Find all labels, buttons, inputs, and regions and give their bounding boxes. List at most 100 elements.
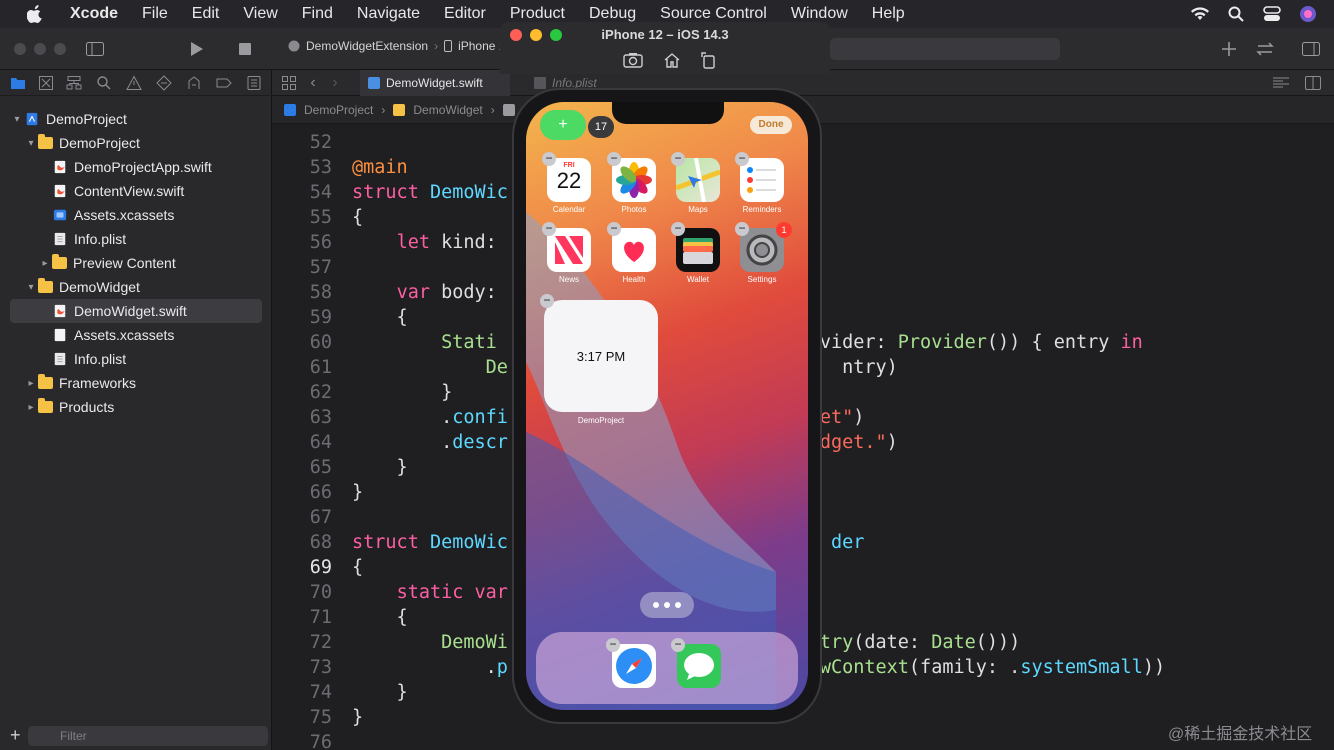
page-dots[interactable] bbox=[640, 592, 694, 618]
siri-icon[interactable] bbox=[1298, 4, 1318, 24]
add-widget-button[interactable]: + bbox=[540, 110, 586, 140]
symbol-navigator-icon[interactable] bbox=[66, 75, 82, 91]
filter-field[interactable]: Filter bbox=[28, 726, 268, 746]
app-health[interactable]: Health bbox=[606, 228, 662, 284]
issue-navigator-icon[interactable] bbox=[126, 75, 142, 91]
menu-view[interactable]: View bbox=[243, 5, 277, 23]
add-file-button[interactable]: + bbox=[10, 726, 21, 744]
chevron-right-icon[interactable]: ▸ bbox=[38, 256, 52, 270]
folder-icon bbox=[38, 398, 53, 413]
tree-item-folder-preview-content[interactable]: ▸ Preview Content bbox=[38, 251, 262, 275]
remove-widget-icon[interactable]: − bbox=[540, 294, 554, 308]
iphone-screen[interactable]: + 17 Done FRI 22 Calendar Photos Maps Re… bbox=[526, 102, 808, 710]
minimize-window-button[interactable] bbox=[34, 43, 46, 55]
remove-app-icon[interactable]: − bbox=[542, 222, 556, 236]
menu-editor[interactable]: Editor bbox=[444, 5, 486, 23]
tree-item-file[interactable]: Info.plist bbox=[52, 347, 262, 371]
tree-item-project-root[interactable]: ▾ DemoProject bbox=[10, 107, 262, 131]
debug-navigator-icon[interactable] bbox=[186, 75, 202, 91]
tree-item-file[interactable]: Assets.xcassets bbox=[52, 203, 262, 227]
menu-find[interactable]: Find bbox=[302, 5, 333, 23]
menu-edit[interactable]: Edit bbox=[192, 5, 220, 23]
menu-help[interactable]: Help bbox=[872, 5, 905, 23]
folder-navigator-icon[interactable] bbox=[10, 75, 26, 91]
tree-item-file-selected[interactable]: DemoWidget.swift bbox=[10, 299, 262, 323]
zoom-window-button[interactable] bbox=[54, 43, 66, 55]
remove-app-icon[interactable]: − bbox=[606, 638, 620, 652]
apple-icon[interactable] bbox=[24, 3, 46, 25]
chevron-right-icon: › bbox=[490, 102, 495, 117]
jump-bar-item[interactable]: DemoWidget bbox=[413, 103, 482, 117]
screenshot-icon[interactable] bbox=[622, 50, 644, 70]
grid-icon[interactable] bbox=[278, 72, 300, 94]
folder-icon bbox=[38, 374, 53, 389]
remove-app-icon[interactable]: − bbox=[671, 222, 685, 236]
remove-app-icon[interactable]: − bbox=[735, 152, 749, 166]
stop-icon[interactable] bbox=[234, 38, 256, 60]
back-icon[interactable]: ‹ bbox=[302, 72, 324, 94]
sidebar-toggle-icon[interactable] bbox=[84, 38, 106, 60]
chevron-right-icon[interactable]: ▸ bbox=[24, 376, 38, 390]
rotate-icon[interactable] bbox=[697, 50, 719, 70]
tree-item-file[interactable]: ContentView.swift bbox=[52, 179, 262, 203]
chevron-right-icon[interactable]: ▸ bbox=[24, 400, 38, 414]
control-center-icon[interactable] bbox=[1262, 4, 1282, 24]
app-photos[interactable]: Photos bbox=[606, 158, 662, 214]
menu-app-name[interactable]: Xcode bbox=[70, 5, 118, 23]
menu-window[interactable]: Window bbox=[791, 5, 848, 23]
remove-app-icon[interactable]: − bbox=[735, 222, 749, 236]
app-calendar[interactable]: FRI 22 Calendar bbox=[541, 158, 597, 214]
find-navigator-icon[interactable] bbox=[96, 75, 112, 91]
scheme-selector[interactable]: DemoWidgetExtension › iPhone 1 bbox=[288, 39, 505, 53]
test-navigator-icon[interactable] bbox=[156, 75, 172, 91]
remove-app-icon[interactable]: − bbox=[607, 222, 621, 236]
app-reminders[interactable]: Reminders bbox=[734, 158, 790, 214]
chevron-down-icon[interactable]: ▾ bbox=[24, 280, 38, 294]
run-icon[interactable] bbox=[186, 38, 208, 60]
search-icon[interactable] bbox=[1226, 4, 1246, 24]
app-news[interactable]: News bbox=[541, 228, 597, 284]
tree-item-file[interactable]: DemoProjectApp.swift bbox=[52, 155, 262, 179]
tree-item-folder-products[interactable]: ▸ Products bbox=[24, 395, 262, 419]
app-wallet[interactable]: Wallet bbox=[670, 228, 726, 284]
line-number: 67 bbox=[309, 507, 332, 528]
remove-app-icon[interactable]: − bbox=[607, 152, 621, 166]
tree-item-file[interactable]: Info.plist bbox=[52, 227, 262, 251]
inspector-toggle-icon[interactable] bbox=[1300, 38, 1322, 60]
home-icon[interactable] bbox=[661, 50, 683, 70]
report-navigator-icon[interactable] bbox=[246, 75, 262, 91]
split-editor-icon[interactable] bbox=[1302, 72, 1324, 94]
tree-item-file[interactable]: Assets.xcassets bbox=[52, 323, 262, 347]
tree-item-label: Preview Content bbox=[73, 255, 176, 271]
editor-options-icon[interactable] bbox=[1270, 72, 1292, 94]
code-review-icon[interactable] bbox=[1254, 38, 1276, 60]
remove-app-icon[interactable]: − bbox=[671, 152, 685, 166]
menu-source-control[interactable]: Source Control bbox=[660, 5, 767, 23]
breakpoint-navigator-icon[interactable] bbox=[216, 75, 232, 91]
close-window-button[interactable] bbox=[14, 43, 26, 55]
add-library-icon[interactable] bbox=[1218, 38, 1240, 60]
jump-bar-item[interactable]: DemoProject bbox=[304, 103, 373, 117]
chevron-down-icon[interactable]: ▾ bbox=[10, 112, 24, 126]
tree-item-folder-frameworks[interactable]: ▸ Frameworks bbox=[24, 371, 262, 395]
folder-icon bbox=[38, 278, 53, 293]
demo-widget[interactable]: 3:17 PM bbox=[544, 300, 658, 412]
menu-product[interactable]: Product bbox=[510, 5, 565, 23]
source-control-navigator-icon[interactable] bbox=[38, 75, 54, 91]
menu-file[interactable]: File bbox=[142, 5, 168, 23]
forward-icon[interactable]: › bbox=[324, 72, 346, 94]
safari-icon[interactable] bbox=[612, 644, 656, 688]
done-button[interactable]: Done bbox=[750, 116, 792, 134]
tab-demowidget-swift[interactable]: DemoWidget.swift bbox=[360, 70, 510, 96]
remove-app-icon[interactable]: − bbox=[542, 152, 556, 166]
code-text: } bbox=[352, 482, 364, 503]
menu-debug[interactable]: Debug bbox=[589, 5, 636, 23]
chevron-down-icon[interactable]: ▾ bbox=[24, 136, 38, 150]
messages-icon[interactable] bbox=[677, 644, 721, 688]
wifi-icon[interactable] bbox=[1190, 4, 1210, 24]
tree-item-folder-demowidget[interactable]: ▾ DemoWidget bbox=[24, 275, 262, 299]
remove-app-icon[interactable]: − bbox=[671, 638, 685, 652]
tree-item-folder-demoproject[interactable]: ▾ DemoProject bbox=[24, 131, 262, 155]
app-maps[interactable]: Maps bbox=[670, 158, 726, 214]
menu-navigate[interactable]: Navigate bbox=[357, 5, 420, 23]
